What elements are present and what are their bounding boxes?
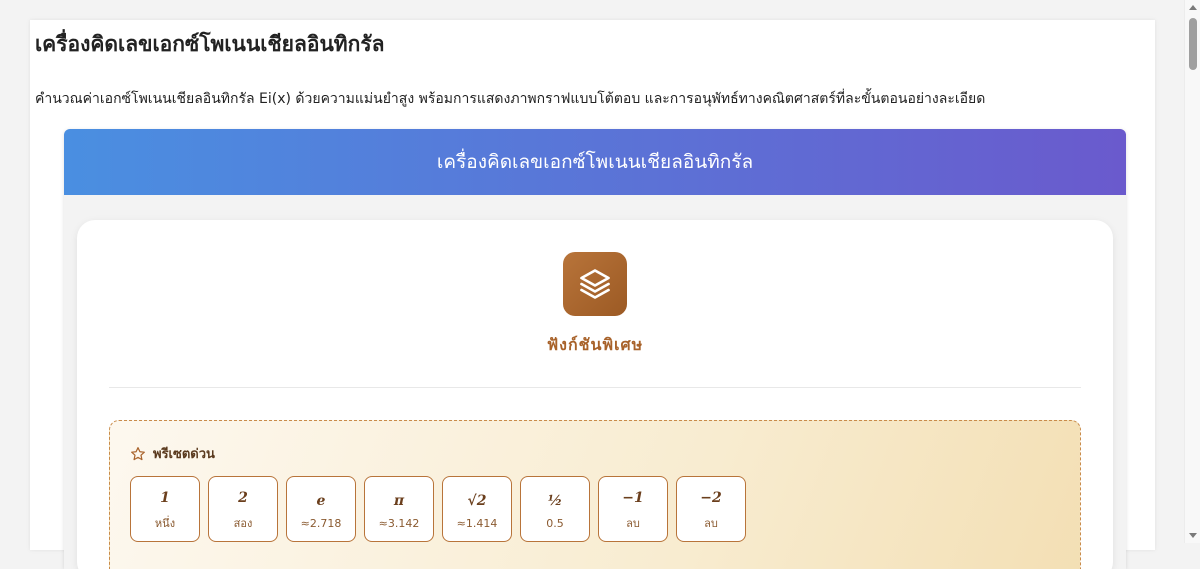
preset-button-sqrt2[interactable]: √2 ≈1.414 xyxy=(442,476,512,542)
preset-description: ≈1.414 xyxy=(456,516,498,530)
preset-symbol: ½ xyxy=(547,492,563,509)
preset-symbol: π xyxy=(393,492,405,509)
scroll-up-arrow-icon[interactable] xyxy=(1189,5,1197,10)
layers-icon xyxy=(563,252,627,316)
scroll-down-arrow-icon[interactable] xyxy=(1189,533,1197,538)
preset-button-minus-one[interactable]: −1 ลบ xyxy=(598,476,668,542)
preset-button-half[interactable]: ½ 0.5 xyxy=(520,476,590,542)
presets-heading-label: พรีเซตด่วน xyxy=(153,447,215,462)
preset-description: ≈2.718 xyxy=(300,516,342,530)
calculator-card: ฟังก์ชันพิเศษ พรีเซตด่วน 1 หนึ่ง 2 สอง e… xyxy=(77,220,1113,569)
calculator-header: เครื่องคิดเลขเอกซ์โพเนนเชียลอินทิกรัล xyxy=(64,129,1126,195)
preset-symbol: 2 xyxy=(238,490,248,506)
preset-buttons: 1 หนึ่ง 2 สอง e ≈2.718 π ≈3.142 √2 ≈1.41… xyxy=(130,476,746,542)
preset-symbol: −2 xyxy=(700,490,722,506)
preset-symbol: e xyxy=(316,492,326,509)
preset-description: หนึ่ง xyxy=(154,517,176,530)
page-title: เครื่องคิดเลขเอกซ์โพเนนเชียลอินทิกรัล xyxy=(35,32,385,56)
preset-symbol: 1 xyxy=(160,490,170,506)
preset-symbol: −1 xyxy=(622,490,644,506)
preset-button-two[interactable]: 2 สอง xyxy=(208,476,278,542)
preset-description: ลบ xyxy=(626,517,640,530)
preset-description: ลบ xyxy=(704,517,718,530)
quick-presets-panel: พรีเซตด่วน 1 หนึ่ง 2 สอง e ≈2.718 π ≈3.1… xyxy=(109,420,1081,569)
preset-button-pi[interactable]: π ≈3.142 xyxy=(364,476,434,542)
calculator-panel: เครื่องคิดเลขเอกซ์โพเนนเชียลอินทิกรัล ฟั… xyxy=(64,129,1126,569)
preset-button-minus-two[interactable]: −2 ลบ xyxy=(676,476,746,542)
page-container: เครื่องคิดเลขเอกซ์โพเนนเชียลอินทิกรัล คำ… xyxy=(30,20,1155,569)
divider xyxy=(109,387,1081,388)
category-title: ฟังก์ชันพิเศษ xyxy=(546,335,644,354)
presets-heading: พรีเซตด่วน xyxy=(130,443,215,464)
preset-button-e[interactable]: e ≈2.718 xyxy=(286,476,356,542)
preset-description: 0.5 xyxy=(546,516,564,530)
star-icon xyxy=(130,446,146,462)
preset-button-one[interactable]: 1 หนึ่ง xyxy=(130,476,200,542)
preset-description: สอง xyxy=(233,517,253,530)
preset-symbol: √2 xyxy=(467,492,487,509)
vertical-scrollbar[interactable] xyxy=(1184,0,1200,543)
page-description: คำนวณค่าเอกซ์โพเนนเชียลอินทิกรัล Ei(x) ด… xyxy=(35,91,986,107)
preset-description: ≈3.142 xyxy=(378,516,420,530)
scrollbar-thumb[interactable] xyxy=(1189,18,1197,70)
